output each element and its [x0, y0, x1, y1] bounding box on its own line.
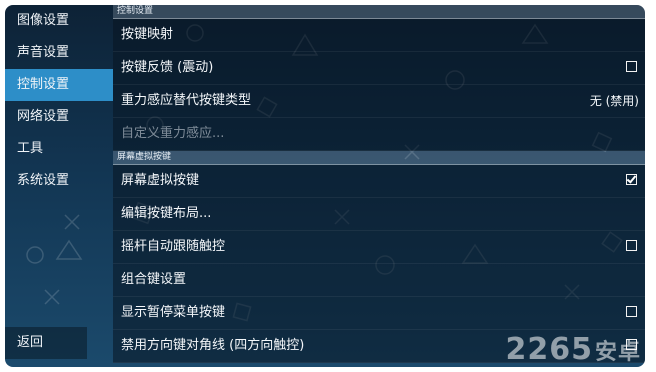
watermark-suffix: 安卓: [594, 340, 641, 365]
sidebar-item-audio[interactable]: 声音设置: [5, 37, 113, 69]
setting-row-onscreen-buttons[interactable]: 屏幕虚拟按键: [113, 165, 645, 198]
sidebar-item-label: 声音设置: [17, 45, 70, 60]
sidebar-item-tools[interactable]: 工具: [5, 133, 113, 165]
sidebar-item-label: 工具: [17, 141, 44, 156]
setting-label: 屏幕虚拟按键: [121, 173, 200, 188]
settings-window: 图像设置 声音设置 控制设置 网络设置 工具 系统设置 返回 控制设置 按键映射…: [5, 5, 645, 367]
setting-label: 按键映射: [121, 27, 174, 42]
setting-label: 禁用方向键对角线 (四方向触控): [121, 338, 305, 353]
watermark-logo: 2265安卓: [505, 332, 641, 367]
setting-row-haptic-feedback[interactable]: 按键反馈 (震动): [113, 52, 645, 85]
setting-label: 按键反馈 (震动): [121, 60, 214, 75]
sidebar-item-graphics[interactable]: 图像设置: [5, 5, 113, 37]
setting-row-tilt-input-type[interactable]: 重力感应替代按键类型 无 (禁用): [113, 85, 645, 118]
sidebar-item-system[interactable]: 系统设置: [5, 165, 113, 197]
sidebar-item-label: 控制设置: [17, 77, 70, 92]
setting-row-stick-follows-touch[interactable]: 摇杆自动跟随触控: [113, 231, 645, 264]
setting-label: 编辑按键布局...: [121, 206, 212, 221]
stick-follows-touch-checkbox[interactable]: [626, 240, 637, 251]
tilt-input-type-value: 无 (禁用): [589, 94, 639, 108]
setting-row-show-pause-button[interactable]: 显示暂停菜单按键: [113, 297, 645, 330]
sidebar-item-label: 系统设置: [17, 173, 70, 188]
sidebar-item-networking[interactable]: 网络设置: [5, 101, 113, 133]
sidebar-item-label: 图像设置: [17, 13, 70, 28]
setting-label: 组合键设置: [121, 272, 187, 287]
setting-label: 自定义重力感应...: [121, 126, 225, 141]
section-header-onscreen-buttons: 屏幕虚拟按键: [113, 151, 645, 165]
haptic-feedback-checkbox[interactable]: [626, 61, 637, 72]
setting-label: 摇杆自动跟随触控: [121, 239, 226, 254]
sidebar-item-controls[interactable]: 控制设置: [5, 69, 113, 101]
setting-row-combo-keys[interactable]: 组合键设置: [113, 264, 645, 297]
setting-label: 重力感应替代按键类型: [121, 93, 252, 108]
section-header-controls: 控制设置: [113, 5, 645, 19]
settings-panel: 控制设置 按键映射 按键反馈 (震动) 重力感应替代按键类型 无 (禁用) 自定…: [113, 5, 645, 367]
sidebar-item-label: 网络设置: [17, 109, 70, 124]
sidebar: 图像设置 声音设置 控制设置 网络设置 工具 系统设置 返回: [5, 5, 113, 367]
show-pause-button-checkbox[interactable]: [626, 306, 637, 317]
setting-row-control-mapping[interactable]: 按键映射: [113, 19, 645, 52]
watermark-number: 2265: [505, 332, 593, 367]
back-button[interactable]: 返回: [5, 327, 87, 359]
setting-row-edit-layout[interactable]: 编辑按键布局...: [113, 198, 645, 231]
setting-row-customize-tilt: 自定义重力感应...: [113, 118, 645, 151]
setting-label: 显示暂停菜单按键: [121, 305, 226, 320]
onscreen-buttons-checkbox[interactable]: [626, 174, 637, 185]
